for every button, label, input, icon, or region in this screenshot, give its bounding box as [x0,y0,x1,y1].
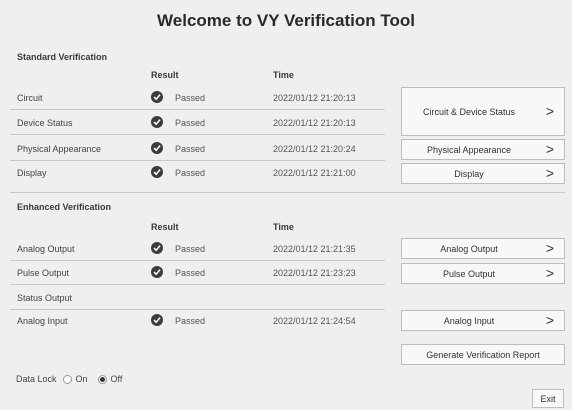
row-circuit: Circuit Passed 2022/01/12 21:20:13 [10,87,385,110]
row-time: 2022/01/12 21:20:24 [273,144,356,154]
row-label: Circuit [17,93,43,103]
row-display: Display Passed 2022/01/12 21:21:00 [10,162,385,184]
chevron-right-icon: > [545,141,554,157]
button-label: Display [454,169,484,179]
row-device-status: Device Status Passed 2022/01/12 21:20:13 [10,112,385,135]
check-circle-icon [151,142,163,154]
circuit-device-status-button[interactable]: Circuit & Device Status > [401,87,565,136]
row-analog-input: Analog Input Passed 2022/01/12 21:24:54 [10,310,385,332]
check-circle-icon [151,266,163,278]
row-label: Display [17,168,47,178]
chevron-right-icon: > [545,265,554,281]
row-status: Passed [175,144,206,154]
chevron-right-icon: > [545,240,554,256]
standard-time-header: Time [273,70,294,80]
data-lock-on-radio[interactable] [62,374,72,384]
exit-button[interactable]: Exit [532,389,564,408]
row-label: Physical Appearance [17,144,102,154]
row-time: 2022/01/12 21:24:54 [273,316,356,326]
row-pulse-output: Pulse Output Passed 2022/01/12 21:23:23 [10,262,385,285]
data-lock-label: Data Lock [16,374,57,384]
row-label: Status Output [17,293,73,303]
row-label: Device Status [17,118,73,128]
row-label: Analog Output [17,244,75,254]
row-status: Passed [175,93,206,103]
enhanced-time-header: Time [273,222,294,232]
row-time: 2022/01/12 21:21:00 [273,168,356,178]
enhanced-verification-heading: Enhanced Verification [17,202,112,212]
button-label: Pulse Output [442,269,496,279]
check-circle-icon [151,116,163,128]
check-circle-icon [151,242,163,254]
row-status: Passed [175,268,206,278]
analog-output-button[interactable]: Analog Output > [401,238,565,259]
data-lock-off-label[interactable]: Off [111,374,123,384]
row-time: 2022/01/12 21:20:13 [273,118,356,128]
check-circle-icon [151,166,163,178]
check-circle-icon [151,91,163,103]
physical-appearance-button[interactable]: Physical Appearance > [401,139,565,160]
button-label: Analog Output [440,244,498,254]
analog-input-button[interactable]: Analog Input > [401,310,565,331]
row-time: 2022/01/12 21:21:35 [273,244,356,254]
enhanced-result-header: Result [151,222,179,232]
row-status: Passed [175,244,206,254]
data-lock-on-label[interactable]: On [76,374,88,384]
standard-result-header: Result [151,70,179,80]
row-label: Pulse Output [17,268,70,278]
button-label: Circuit & Device Status [422,107,516,117]
row-time: 2022/01/12 21:23:23 [273,268,356,278]
data-lock-off-radio[interactable] [97,374,107,384]
row-status: Passed [175,316,206,326]
row-label: Analog Input [17,316,68,326]
pulse-output-button[interactable]: Pulse Output > [401,263,565,284]
row-status-output: Status Output [10,287,385,310]
button-label: Exit [540,394,556,404]
section-divider [10,192,565,193]
row-status: Passed [175,168,206,178]
data-lock-control: Data Lock On Off [16,374,122,384]
row-time: 2022/01/12 21:20:13 [273,93,356,103]
chevron-right-icon: > [545,312,554,328]
row-physical-appearance: Physical Appearance Passed 2022/01/12 21… [10,138,385,161]
page-title: Welcome to VY Verification Tool [157,11,415,30]
button-label: Analog Input [443,316,495,326]
button-label: Physical Appearance [426,145,512,155]
row-status: Passed [175,118,206,128]
standard-verification-heading: Standard Verification [17,52,108,62]
display-button[interactable]: Display > [401,163,565,184]
chevron-right-icon: > [545,165,554,181]
button-label: Generate Verification Report [426,350,540,360]
chevron-right-icon: > [545,103,554,119]
generate-report-button[interactable]: Generate Verification Report [401,344,565,365]
check-circle-icon [151,314,163,326]
row-analog-output: Analog Output Passed 2022/01/12 21:21:35 [10,238,385,261]
